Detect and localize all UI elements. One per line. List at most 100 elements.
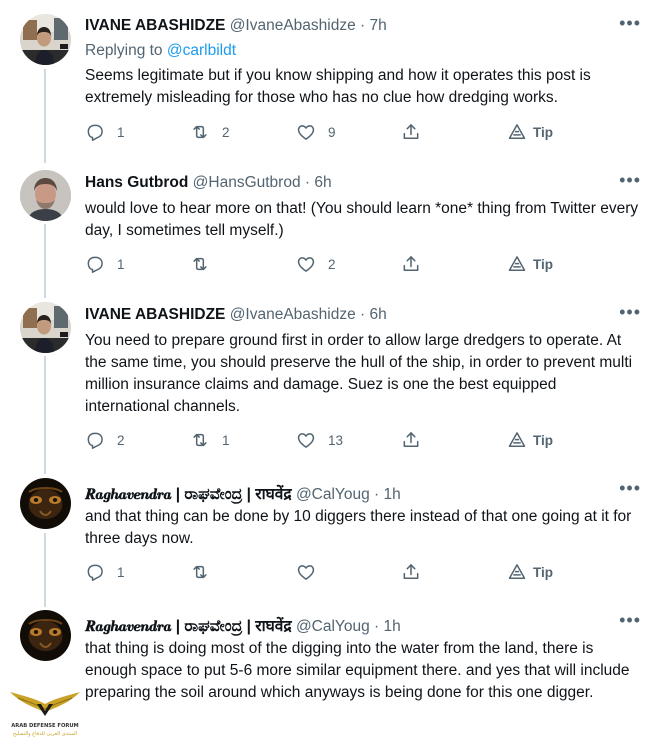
tip-icon [507, 562, 527, 582]
avatar[interactable] [20, 302, 71, 353]
tip-label: Tip [533, 256, 553, 272]
tip-button[interactable]: Tip [507, 254, 553, 274]
reply-icon [85, 430, 105, 450]
author-name[interactable]: IVANE ABASHIDZE [85, 17, 225, 34]
avatar[interactable] [20, 610, 71, 661]
watermark-logo: ARAB DEFENSE FORUM المنتدى العربي للدفاع… [4, 682, 86, 738]
more-icon[interactable]: ••• [619, 14, 641, 32]
tweet-text: and that thing can be done by 10 diggers… [85, 508, 632, 547]
author-name[interactable]: IVANE ABASHIDZE [85, 306, 225, 323]
author-name[interactable]: 𝑹𝒂𝒈𝒉𝒂𝒗𝒆𝒏𝒅𝒓𝒂 | ರಾಘವೇಂದ್ರ | राघवेंद्र [85, 486, 292, 503]
tweet-5[interactable]: 𝑹𝒂𝒈𝒉𝒂𝒗𝒆𝒏𝒅𝒓𝒂 | ರಾಘವೇಂದ್ರ | राघवेंद्र @Cal… [0, 600, 663, 738]
separator-dot: · [374, 486, 380, 503]
avatar[interactable] [20, 14, 71, 65]
tip-icon [507, 122, 527, 142]
watermark-line2: المنتدى العربي للدفاع والتسليح [13, 731, 77, 737]
author-handle[interactable]: @HansGutbrod [193, 174, 301, 191]
separator-dot: · [374, 618, 380, 635]
retweet-icon [190, 122, 210, 142]
tweet-text: that thing is doing most of the digging … [85, 640, 630, 701]
reply-button[interactable]: 1 [85, 122, 125, 142]
share-button[interactable] [401, 562, 421, 582]
reply-count: 1 [117, 256, 125, 272]
retweet-button[interactable] [190, 254, 222, 274]
more-icon[interactable]: ••• [619, 171, 641, 189]
like-button[interactable]: 9 [296, 122, 336, 142]
like-icon [296, 254, 316, 274]
tweet-3[interactable]: IVANE ABASHIDZE @IvaneAbashidze · 6h •••… [0, 292, 663, 468]
tip-button[interactable]: Tip [507, 430, 553, 450]
retweet-button[interactable] [190, 562, 222, 582]
tweet-actions: 1 Tip [85, 562, 565, 584]
tweet-2[interactable]: Hans Gutbrod @HansGutbrod · 6h ••• would… [0, 160, 663, 292]
retweet-button[interactable]: 1 [190, 430, 230, 450]
like-count: 13 [328, 432, 344, 448]
tweet-actions: 1 2 9 Tip [85, 122, 565, 144]
reply-icon [85, 122, 105, 142]
reply-count: 2 [117, 432, 125, 448]
more-icon[interactable]: ••• [619, 611, 641, 629]
tip-button[interactable]: Tip [507, 562, 553, 582]
like-count: 9 [328, 124, 336, 140]
tweet-header: IVANE ABASHIDZE @IvaneAbashidze · 7h [85, 17, 623, 35]
timestamp[interactable]: 6h [314, 174, 331, 191]
share-button[interactable] [401, 430, 421, 450]
tip-icon [507, 430, 527, 450]
share-button[interactable] [401, 254, 421, 274]
more-icon[interactable]: ••• [619, 479, 641, 497]
like-button[interactable] [296, 562, 328, 582]
reply-button[interactable]: 2 [85, 430, 125, 450]
share-icon [401, 430, 421, 450]
tweet-header: 𝑹𝒂𝒈𝒉𝒂𝒗𝒆𝒏𝒅𝒓𝒂 | ರಾಘವೇಂದ್ರ | राघवेंद्र @Cal… [85, 482, 623, 504]
like-icon [296, 122, 316, 142]
separator-dot: · [360, 17, 366, 34]
replying-to-link[interactable]: @carlbildt [167, 42, 236, 59]
like-button[interactable]: 13 [296, 430, 343, 450]
share-icon [401, 562, 421, 582]
timestamp[interactable]: 1h [384, 486, 401, 503]
separator-dot: · [304, 174, 311, 191]
reply-button[interactable]: 1 [85, 562, 125, 582]
reply-icon [85, 254, 105, 274]
reply-button[interactable]: 1 [85, 254, 125, 274]
share-icon [401, 254, 421, 274]
tweet-4[interactable]: 𝑹𝒂𝒈𝒉𝒂𝒗𝒆𝒏𝒅𝒓𝒂 | ರಾಘವೇಂದ್ರ | राघवेंद्र @Cal… [0, 468, 663, 600]
replying-to: Replying to @carlbildt [85, 42, 236, 60]
author-name[interactable]: Hans Gutbrod [85, 174, 188, 191]
avatar[interactable] [20, 170, 71, 221]
like-button[interactable]: 2 [296, 254, 336, 274]
author-handle[interactable]: @IvaneAbashidze [230, 17, 356, 34]
reply-count: 1 [117, 124, 125, 140]
author-handle[interactable]: @IvaneAbashidze [230, 306, 356, 323]
tip-label: Tip [533, 124, 553, 140]
tweet-text: Seems legitimate but if you know shippin… [85, 67, 591, 106]
author-name[interactable]: 𝑹𝒂𝒈𝒉𝒂𝒗𝒆𝒏𝒅𝒓𝒂 | ರಾಘವೇಂದ್ರ | राघवेंद्र [85, 618, 292, 635]
share-icon [401, 122, 421, 142]
avatar[interactable] [20, 478, 71, 529]
tip-button[interactable]: Tip [507, 122, 553, 142]
share-button[interactable] [401, 122, 421, 142]
timestamp[interactable]: 1h [384, 618, 401, 635]
like-icon [296, 562, 316, 582]
tip-icon [507, 254, 527, 274]
retweet-count: 2 [222, 124, 230, 140]
tip-label: Tip [533, 432, 553, 448]
tweet-header: 𝑹𝒂𝒈𝒉𝒂𝒗𝒆𝒏𝒅𝒓𝒂 | ರಾಘವೇಂದ್ರ | राघवेंद्र @Cal… [85, 614, 623, 636]
timestamp[interactable]: 7h [370, 17, 387, 34]
tip-label: Tip [533, 564, 553, 580]
retweet-icon [190, 254, 210, 274]
more-icon[interactable]: ••• [619, 303, 641, 321]
author-handle[interactable]: @CalYoug [296, 618, 370, 635]
author-handle[interactable]: @CalYoug [296, 486, 370, 503]
tweet-header: Hans Gutbrod @HansGutbrod · 6h [85, 174, 623, 192]
reply-count: 1 [117, 564, 125, 580]
retweet-icon [190, 562, 210, 582]
separator-dot: · [360, 306, 366, 323]
tweet-actions: 1 2 Tip [85, 254, 565, 276]
replying-to-label: Replying to [85, 42, 163, 59]
retweet-button[interactable]: 2 [190, 122, 230, 142]
tweet-1[interactable]: IVANE ABASHIDZE @IvaneAbashidze · 7h •••… [0, 0, 663, 160]
timestamp[interactable]: 6h [370, 306, 387, 323]
reply-icon [85, 562, 105, 582]
like-icon [296, 430, 316, 450]
